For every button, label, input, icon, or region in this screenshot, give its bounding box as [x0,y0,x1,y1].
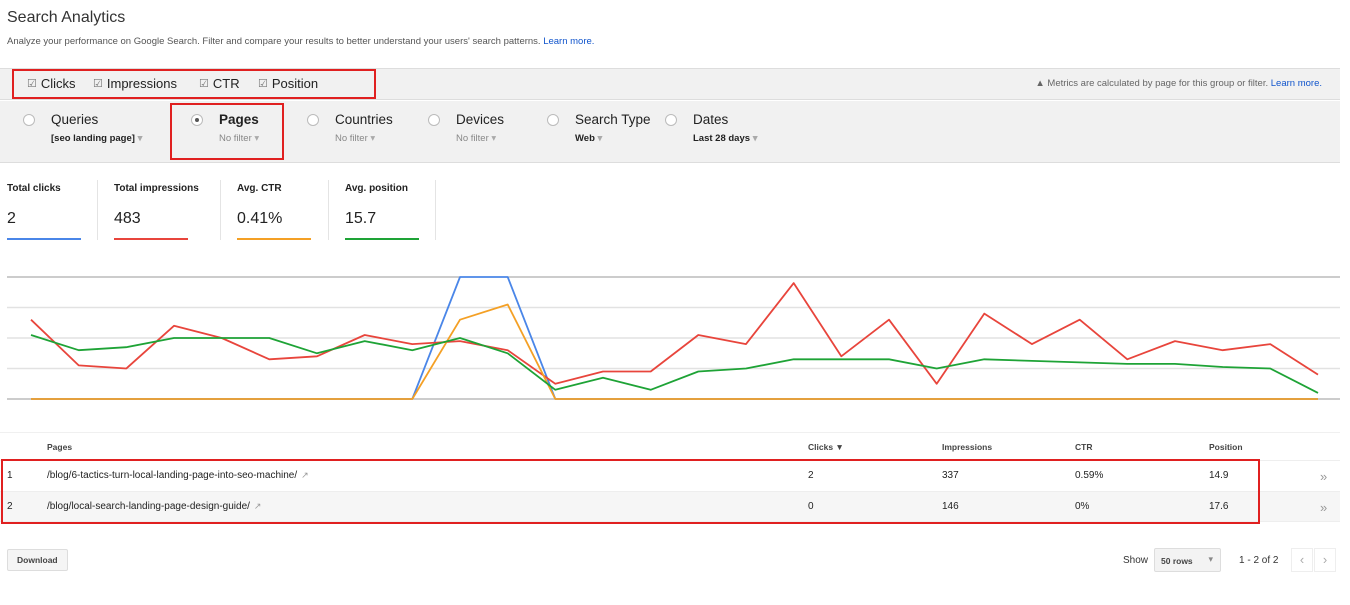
stat-value: 483 [114,210,141,227]
stat-underline [345,238,419,240]
checkbox-icon: ☑ [93,78,103,90]
next-page-button[interactable]: › [1314,548,1336,572]
column-header-ctr[interactable]: CTR [1075,442,1092,452]
notice-learn-more-link[interactable]: Learn more. [1271,78,1322,89]
stat-avg-position[interactable]: Avg. position 15.7 [345,183,419,240]
download-button[interactable]: Download [7,549,68,571]
filter-label: Search Type [575,112,651,127]
divider [328,180,329,240]
dropdown-arrow-icon: ▾ [597,133,603,144]
learn-more-link[interactable]: Learn more. [543,36,594,47]
checkbox-icon: ☑ [199,78,209,90]
position-checkbox[interactable]: ☑ Position [258,76,318,91]
filter-value-dropdown[interactable]: [seo landing page] ▾ [51,133,142,144]
clicks-checkbox[interactable]: ☑ Clicks [27,76,76,91]
notice-text: Metrics are calculated by page for this … [1047,78,1269,89]
filter-value: No filter [456,133,489,144]
stat-total-clicks[interactable]: Total clicks 2 [7,183,81,240]
stat-value: 0.41% [237,210,283,227]
rows-per-page-select[interactable]: 50 rows ▾ [1154,548,1221,572]
dropdown-arrow-icon: ▾ [1208,554,1213,564]
page-subtitle: Analyze your performance on Google Searc… [7,36,594,47]
divider [435,180,436,240]
checkbox-label: Impressions [106,76,177,91]
dropdown-arrow-icon: ▾ [491,133,497,144]
checkbox-icon: ☑ [258,78,268,90]
stat-label: Total impressions [114,183,199,194]
checkbox-icon: ☑ [27,78,37,90]
warning-icon: ▲ [1035,78,1045,89]
filter-value: Last 28 days [693,133,751,144]
column-header-impressions[interactable]: Impressions [942,442,992,452]
pagination-range: 1 - 2 of 2 [1239,555,1279,566]
checkbox-label: Position [271,76,319,91]
column-header-pages[interactable]: Pages [47,442,72,452]
stat-value: 2 [7,210,16,227]
filter-value-dropdown[interactable]: Last 28 days ▾ [693,133,757,144]
radio-button[interactable] [191,114,203,126]
series-line-position[interactable] [30,334,1319,394]
divider [0,432,1340,433]
filter-value-dropdown[interactable]: Web ▾ [575,133,602,144]
column-header-clicks[interactable]: Clicks ▼ [808,442,844,452]
expand-row-icon[interactable]: » [1320,500,1327,515]
checkbox-label: Clicks [40,76,76,91]
stat-value: 15.7 [345,210,377,227]
filter-value: Web [575,133,595,144]
filter-value-dropdown[interactable]: No filter ▾ [456,133,496,144]
filter-value: No filter [335,133,368,144]
checkbox-label: CTR [212,76,240,91]
stat-underline [114,238,188,240]
radio-button[interactable] [428,114,440,126]
impressions-checkbox[interactable]: ☑ Impressions [93,76,177,91]
radio-button[interactable] [665,114,677,126]
filter-label: Dates [693,112,729,127]
dropdown-arrow-icon: ▾ [137,133,143,144]
stat-label: Total clicks [7,183,61,194]
highlight-box [1,459,1260,524]
stat-total-impressions[interactable]: Total impressions 483 [114,183,199,240]
filter-label: Pages [219,112,259,127]
rows-option: 50 rows [1161,556,1193,566]
dropdown-arrow-icon: ▾ [752,133,758,144]
page-title: Search Analytics [7,9,126,26]
dropdown-arrow-icon: ▾ [254,133,260,144]
radio-button[interactable] [23,114,35,126]
metrics-notice: ▲ Metrics are calculated by page for thi… [1035,78,1322,89]
filter-value: [seo landing page] [51,133,135,144]
filter-label: Queries [51,112,99,127]
filter-label: Countries [335,112,393,127]
divider [220,180,221,240]
radio-button[interactable] [547,114,559,126]
stat-underline [237,238,311,240]
prev-page-button[interactable]: ‹ [1291,548,1313,572]
radio-button[interactable] [307,114,319,126]
column-header-position[interactable]: Position [1209,442,1243,452]
filter-label: Devices [456,112,505,127]
series-line-ctr[interactable] [31,303,1318,400]
filter-value-dropdown[interactable]: No filter ▾ [335,133,375,144]
show-label: Show [1123,555,1149,566]
performance-chart[interactable] [0,270,1350,410]
subtitle-text: Analyze your performance on Google Searc… [7,36,541,47]
stat-underline [7,238,81,240]
ctr-checkbox[interactable]: ☑ CTR [199,76,240,91]
stat-label: Avg. CTR [237,183,282,194]
stat-label: Avg. position [345,183,408,194]
stat-avg-ctr[interactable]: Avg. CTR 0.41% [237,183,311,240]
expand-row-icon[interactable]: » [1320,469,1327,484]
filter-value: No filter [219,133,252,144]
filter-value-dropdown[interactable]: No filter ▾ [219,133,259,144]
dropdown-arrow-icon: ▾ [370,133,376,144]
divider [97,180,98,240]
